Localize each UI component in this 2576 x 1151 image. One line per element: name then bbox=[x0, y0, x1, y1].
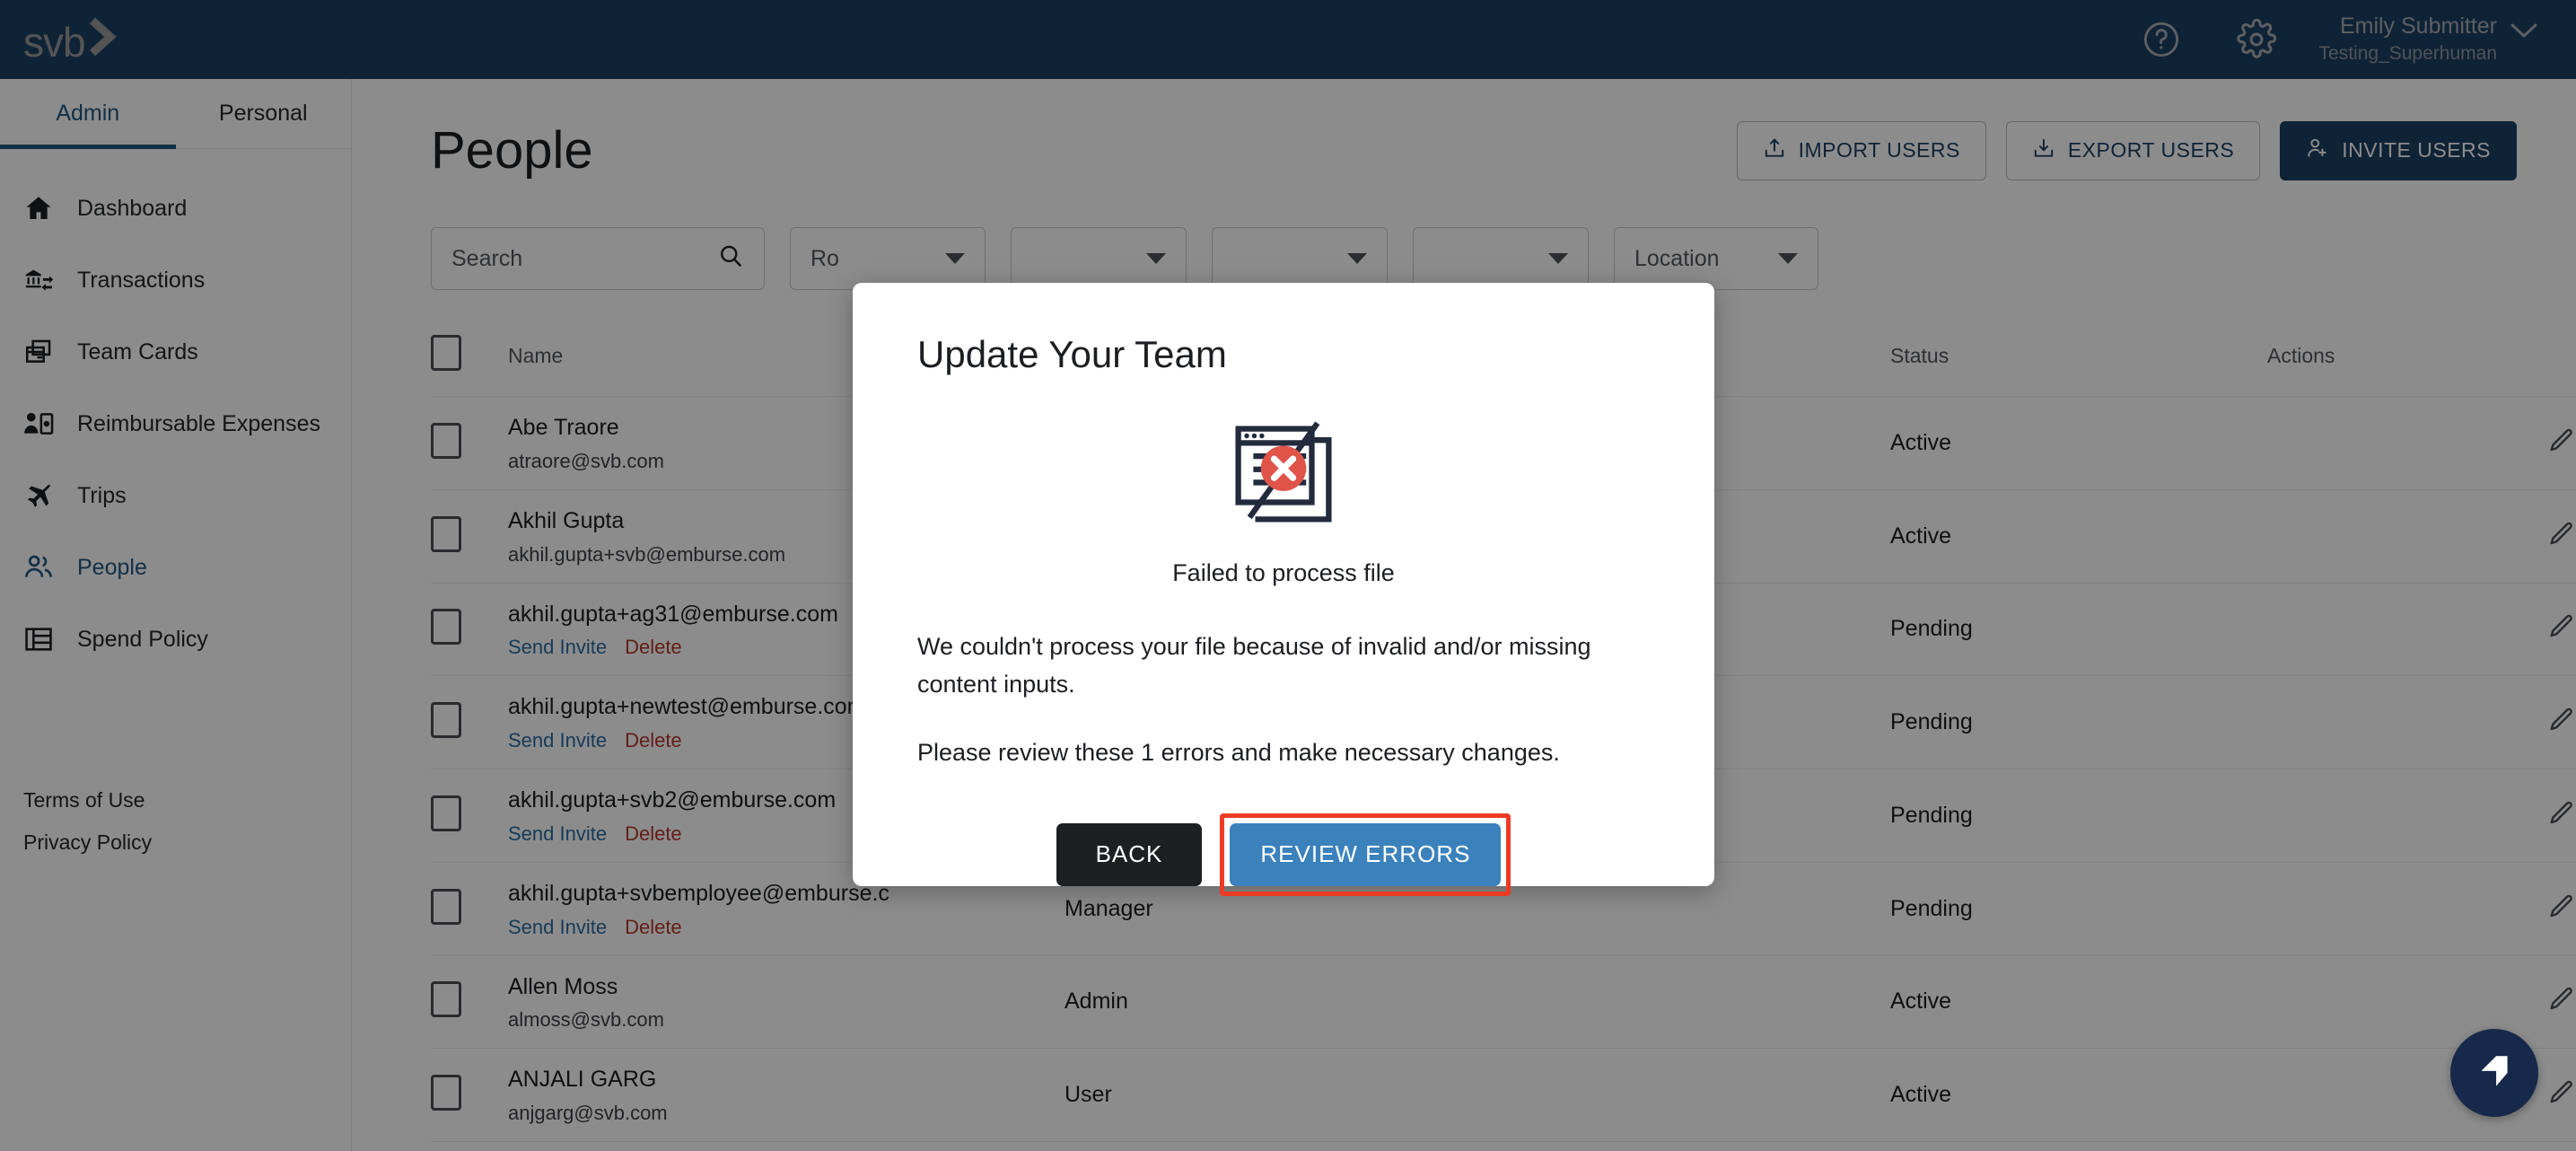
modal-body-line-2: Please review these 1 errors and make ne… bbox=[917, 738, 1560, 766]
back-button[interactable]: BACK bbox=[1056, 822, 1203, 886]
review-errors-button[interactable]: REVIEW ERRORS bbox=[1230, 822, 1502, 886]
modal-body-line-1: We couldn't process your file because of… bbox=[917, 633, 1591, 698]
app-root: svb Emily Submitter Testing_Superhuman A… bbox=[0, 0, 2576, 1151]
modal-subtitle: Failed to process file bbox=[1172, 559, 1395, 586]
file-error-icon bbox=[917, 417, 1650, 531]
update-your-team-modal: Update Your Team Failed to process file bbox=[853, 283, 1714, 896]
modal-body: We couldn't process your file because of… bbox=[917, 628, 1650, 772]
modal-actions: BACK REVIEW ERRORS bbox=[917, 813, 1650, 896]
chat-bubble-icon[interactable] bbox=[2450, 1029, 2538, 1117]
modal-title: Update Your Team bbox=[917, 333, 1227, 375]
review-errors-highlight: REVIEW ERRORS bbox=[1220, 813, 1511, 896]
